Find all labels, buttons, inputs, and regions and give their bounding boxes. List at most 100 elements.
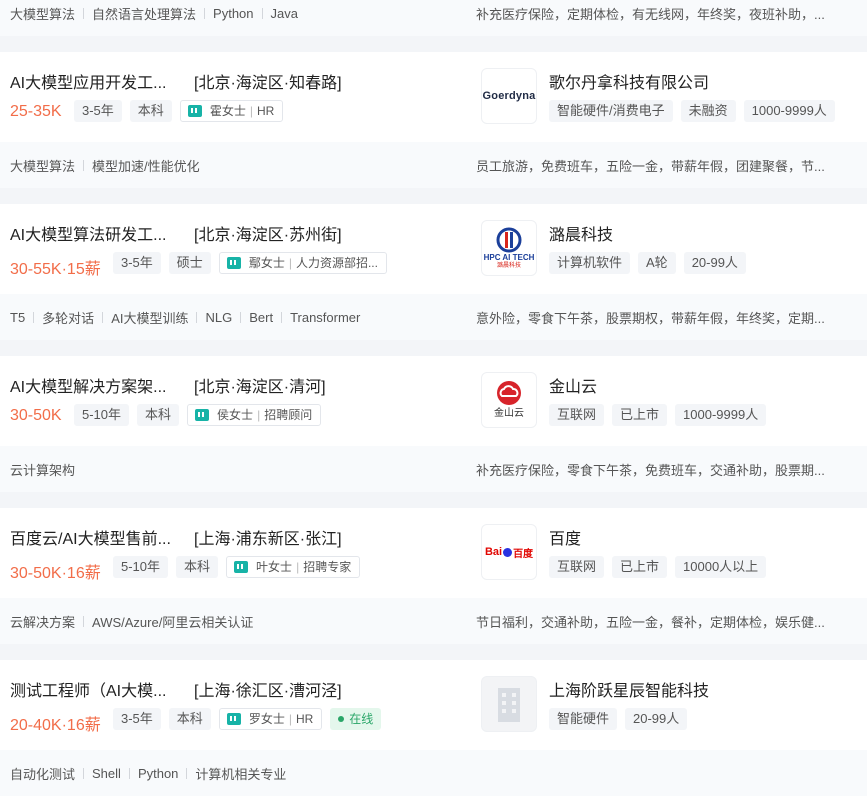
job-card-footer: 云解决方案 AWS/Azure/阿里云相关认证 节日福利，交通补助，五险一金，餐… xyxy=(0,598,867,644)
job-title[interactable]: AI大模型解决方案架... xyxy=(10,373,180,397)
salary: 25-35K xyxy=(10,103,62,120)
experience-tag: 5-10年 xyxy=(74,404,130,426)
skill-tag: T5 xyxy=(10,310,26,325)
hr-contact[interactable]: 罗女士 | HR xyxy=(218,708,323,730)
baidu-logo-right: 百度 xyxy=(513,548,534,560)
skill-tag: 大模型算法 xyxy=(10,7,76,22)
skill-tag: Python xyxy=(137,766,179,781)
company-industry-tag: 计算机软件 xyxy=(549,252,631,274)
job-tags: 3-5年 本科 罗女士 | HR 在线 xyxy=(113,708,382,730)
job-card-main[interactable]: AI大模型应用开发工... [北京·海淀区·知春路] 25-35K 3-5年 本… xyxy=(0,52,867,140)
company-funding-tag: 已上市 xyxy=(612,404,668,426)
company-tags: 互联网 已上市 10000人以上 xyxy=(549,556,774,578)
skill-tags: 大模型算法 模型加速/性能优化 xyxy=(10,156,200,175)
skill-divider xyxy=(83,616,85,627)
skill-divider xyxy=(240,312,242,323)
company-logo[interactable]: 金山云 xyxy=(481,372,537,428)
company-name[interactable]: 歌尔丹拿科技有限公司 xyxy=(549,69,709,93)
company-logo[interactable]: Goerdyna xyxy=(481,68,537,124)
company-name[interactable]: 上海阶跃星辰智能科技 xyxy=(549,677,709,701)
welfare-text: 补充医疗保险，零食下午茶，免费班车，交通补助，股票期... xyxy=(476,463,825,478)
hr-contact[interactable]: 霍女士 | HR xyxy=(179,100,284,122)
hr-divider: | xyxy=(257,408,261,422)
job-card[interactable]: AI大模型应用开发工... [北京·海淀区·知春路] 25-35K 3-5年 本… xyxy=(0,52,867,188)
skill-divider xyxy=(204,8,206,19)
degree-tag: 硕士 xyxy=(168,252,211,274)
job-card[interactable]: AI大模型算法研发工... [北京·海淀区·苏州街] 30-55K·15薪 3-… xyxy=(0,204,867,340)
hr-contact[interactable]: 鄢女士 | 人力资源部招... xyxy=(218,252,387,274)
skill-divider xyxy=(83,768,85,779)
job-card-main[interactable]: AI大模型算法研发工... [北京·海淀区·苏州街] 30-55K·15薪 3-… xyxy=(0,204,867,292)
company-name[interactable]: 金山云 xyxy=(549,373,597,397)
degree-tag: 本科 xyxy=(129,100,172,122)
chat-icon xyxy=(234,561,249,573)
hr-contact[interactable]: 侯女士 | 招聘顾问 xyxy=(187,404,322,426)
welfare-text: 节日福利，交通补助，五险一金，餐补，定期体检，娱乐健... xyxy=(476,615,825,630)
hpc-logo-subtext: 潞晨科技 xyxy=(496,262,521,269)
hr-role: 招聘专家 xyxy=(303,560,352,574)
hr-name: 罗女士 xyxy=(248,712,285,726)
skill-tag: 自动化测试 xyxy=(10,767,76,782)
job-title[interactable]: 百度云/AI大模型售前... xyxy=(10,525,180,549)
company-tags: 互联网 已上市 1000-9999人 xyxy=(549,404,774,426)
company-logo[interactable]: HPC AI TECH 潞晨科技 xyxy=(481,220,537,276)
salary: 30-55K·15薪 xyxy=(10,261,101,278)
skill-tags: 大模型算法 自然语言处理算法 Python Java xyxy=(10,4,298,23)
skill-tag: AWS/Azure/阿里云相关认证 xyxy=(92,615,254,630)
job-card[interactable]: AI大模型解决方案架... [北京·海淀区·清河] 30-50K 5-10年 本… xyxy=(0,356,867,492)
kingsoft-logo-text: 金山云 xyxy=(494,408,524,419)
job-card[interactable]: 百度云/AI大模型售前... [上海·浦东新区·张江] 30-50K·16薪 5… xyxy=(0,508,867,644)
job-card-main[interactable]: 测试工程师（AI大模... [上海·徐汇区·漕河泾] 20-40K·16薪 3-… xyxy=(0,660,867,748)
company-logo[interactable] xyxy=(481,676,537,732)
skill-divider xyxy=(261,8,263,19)
hr-divider: | xyxy=(288,712,292,726)
skill-divider xyxy=(83,160,85,171)
job-card-main[interactable]: 百度云/AI大模型售前... [上海·浦东新区·张江] 30-50K·16薪 5… xyxy=(0,508,867,596)
skill-tag: Java xyxy=(270,6,298,21)
skill-tag: Bert xyxy=(249,310,274,325)
skill-tag: 自然语言处理算法 xyxy=(92,7,197,22)
job-title[interactable]: 测试工程师（AI大模... xyxy=(10,677,180,701)
skill-tag: Transformer xyxy=(290,310,361,325)
hr-name: 鄢女士 xyxy=(248,256,285,270)
online-dot-icon xyxy=(338,716,345,722)
hpc-logo-text: HPC AI TECH xyxy=(483,252,535,262)
hr-name: 侯女士 xyxy=(217,408,254,422)
job-card-main[interactable]: AI大模型解决方案架... [北京·海淀区·清河] 30-50K 5-10年 本… xyxy=(0,356,867,444)
hpc-ai-tech-logo xyxy=(496,227,522,252)
hr-contact[interactable]: 叶女士 | 招聘专家 xyxy=(226,556,361,578)
company-name[interactable]: 潞晨科技 xyxy=(549,221,613,245)
online-label: 在线 xyxy=(349,712,374,726)
welfare-text: 意外险，零食下午茶，股票期权，带薪年假，年终奖，定期... xyxy=(476,311,825,326)
skill-tag: 模型加速/性能优化 xyxy=(92,159,200,174)
chat-icon xyxy=(187,105,202,117)
paw-icon xyxy=(503,547,513,557)
job-card-footer: 自动化测试 Shell Python 计算机相关专业 xyxy=(0,750,867,796)
job-card[interactable]: 大模型算法 自然语言处理算法 Python Java 补充医疗保险，定期体检，有… xyxy=(0,0,867,36)
goerdyna-logo: Goerdyna xyxy=(482,90,536,102)
company-funding-tag: 已上市 xyxy=(612,556,668,578)
company-name[interactable]: 百度 xyxy=(549,525,581,549)
company-funding-tag: A轮 xyxy=(638,252,676,274)
company-logo[interactable]: Bai 百度 xyxy=(481,524,537,580)
degree-tag: 本科 xyxy=(137,404,180,426)
job-card[interactable]: 测试工程师（AI大模... [上海·徐汇区·漕河泾] 20-40K·16薪 3-… xyxy=(0,660,867,796)
hr-divider: | xyxy=(288,256,292,270)
skill-divider xyxy=(102,312,104,323)
skill-tags: 自动化测试 Shell Python 计算机相关专业 xyxy=(10,764,286,783)
skill-tag: 云计算架构 xyxy=(10,463,76,478)
job-title[interactable]: AI大模型应用开发工... xyxy=(10,69,180,93)
salary: 30-50K xyxy=(10,407,62,424)
chat-icon xyxy=(195,409,210,421)
skill-tag: 多轮对话 xyxy=(42,311,95,326)
job-location: [北京·海淀区·清河] xyxy=(194,379,326,396)
job-title[interactable]: AI大模型算法研发工... xyxy=(10,221,180,245)
company-size-tag: 1000-9999人 xyxy=(675,404,767,426)
welfare-text: 补充医疗保险，定期体检，有无线网，年终奖，夜班补助，... xyxy=(476,7,825,22)
company-size-tag: 20-99人 xyxy=(683,252,746,274)
experience-tag: 5-10年 xyxy=(113,556,169,578)
job-card-footer: 大模型算法 自然语言处理算法 Python Java 补充医疗保险，定期体检，有… xyxy=(0,0,867,36)
welfare-text: 员工旅游，免费班车，五险一金，带薪年假，团建聚餐，节... xyxy=(476,159,825,174)
chat-icon xyxy=(226,257,241,269)
company-tags: 计算机软件 A轮 20-99人 xyxy=(549,252,754,274)
